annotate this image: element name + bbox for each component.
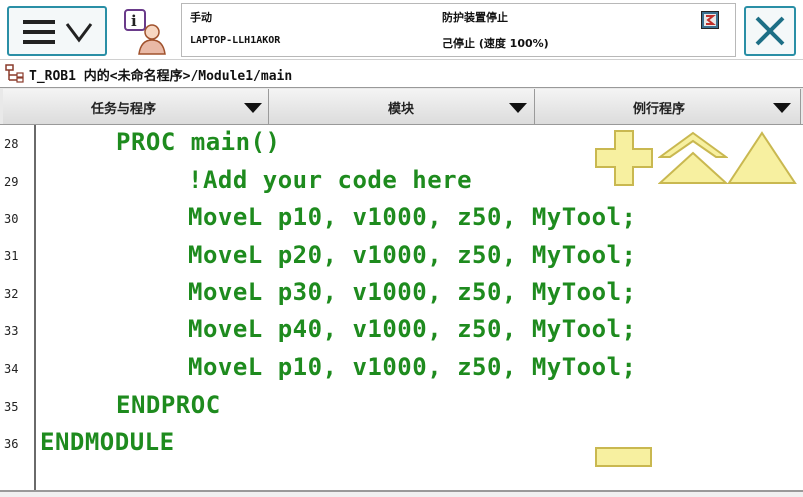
code-editor[interactable]: 28 29 30 31 32 33 34 35 36 PROC main() !…	[0, 125, 803, 493]
line-number: 30	[4, 212, 19, 226]
plus-icon[interactable]	[595, 130, 653, 186]
speed-status: 己停止 (速度 100%)	[442, 37, 549, 50]
code-line[interactable]: MoveL p10, v1000, z50, MyTool;	[188, 203, 636, 231]
top-bar: i 手动 LAPTOP-LLH1AKOR 防护装置停止 己停止 (速度 100%…	[0, 0, 803, 60]
line-number: 31	[4, 249, 19, 263]
hamburger-chevron-icon	[23, 20, 93, 44]
code-line[interactable]: ENDPROC	[116, 391, 221, 419]
program-tree-icon	[5, 64, 24, 83]
code-line[interactable]: !Add your code here	[188, 166, 472, 194]
tab-modules[interactable]: 模块	[269, 89, 535, 124]
tab-routines[interactable]: 例行程序	[535, 89, 801, 124]
controller-name: LAPTOP-LLH1AKOR	[190, 35, 281, 46]
close-button[interactable]	[744, 6, 796, 56]
status-panel[interactable]: 手动 LAPTOP-LLH1AKOR 防护装置停止 己停止 (速度 100%)	[181, 3, 736, 57]
info-person-icon: i	[124, 9, 166, 55]
triangle-up-icon[interactable]	[727, 131, 797, 185]
line-number: 35	[4, 400, 19, 414]
svg-text:i: i	[131, 12, 137, 30]
tab-tasks-programs[interactable]: 任务与程序	[3, 89, 269, 124]
line-number: 29	[4, 175, 19, 189]
code-line[interactable]: MoveL p30, v1000, z50, MyTool;	[188, 278, 636, 306]
main-menu-button[interactable]	[7, 6, 107, 56]
line-number: 34	[4, 362, 19, 376]
chevron-down-icon	[509, 103, 527, 113]
code-line[interactable]: ENDMODULE	[40, 428, 175, 456]
status-info-button[interactable]: i	[121, 7, 171, 55]
bottom-border	[0, 490, 803, 497]
code-line[interactable]: MoveL p40, v1000, z50, MyTool;	[188, 315, 636, 343]
chevron-down-icon	[773, 103, 791, 113]
code-line[interactable]: PROC main()	[116, 128, 280, 156]
code-line[interactable]: MoveL p20, v1000, z50, MyTool;	[188, 241, 636, 269]
selector-bar: 任务与程序 模块 例行程序	[0, 87, 803, 125]
tab-label: 任务与程序	[91, 102, 157, 117]
minus-icon[interactable]	[595, 446, 653, 468]
tab-label: 例行程序	[633, 102, 686, 117]
line-number: 36	[4, 437, 19, 451]
safety-status: 防护装置停止	[442, 11, 508, 24]
operating-mode: 手动	[190, 11, 212, 24]
chevron-down-icon	[244, 103, 262, 113]
line-number: 28	[4, 137, 19, 151]
line-number: 33	[4, 324, 19, 338]
double-chevron-up-icon[interactable]	[658, 131, 728, 185]
tab-label: 模块	[388, 102, 415, 117]
breadcrumb: T_ROB1 内的<未命名程序>/Module1/main	[0, 60, 803, 86]
line-number: 32	[4, 287, 19, 301]
line-number-gutter: 28 29 30 31 32 33 34 35 36	[0, 125, 36, 493]
robot-status-icon	[701, 11, 719, 29]
program-path: T_ROB1 内的<未命名程序>/Module1/main	[29, 69, 293, 84]
close-icon	[755, 16, 785, 46]
code-line[interactable]: MoveL p10, v1000, z50, MyTool;	[188, 353, 636, 381]
